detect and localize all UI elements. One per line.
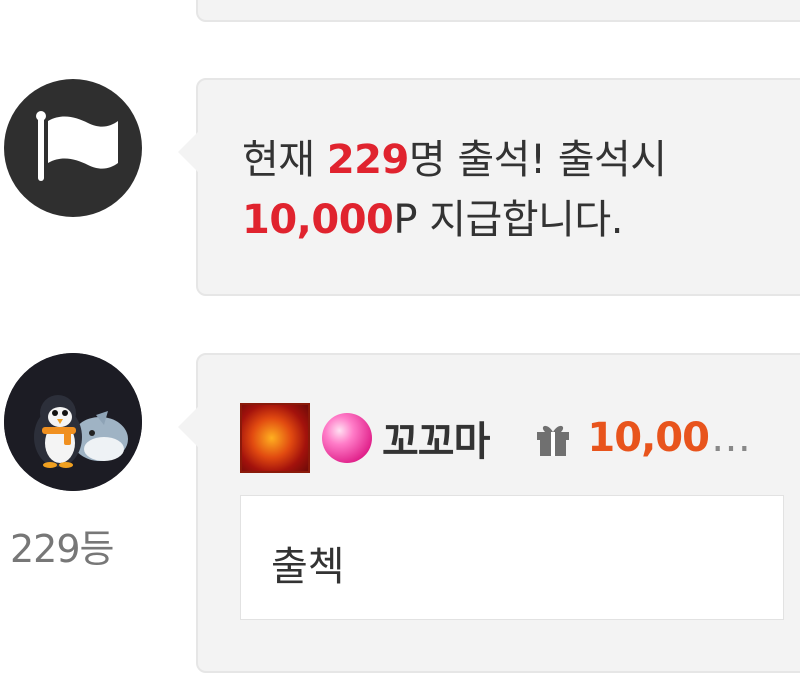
bubble-tail	[178, 132, 198, 172]
flag-icon	[36, 111, 118, 181]
comment-meta-row: 꼬꼬마 10,00 …	[240, 403, 751, 473]
previous-comment-bubble	[196, 0, 800, 22]
bubble-tail	[178, 407, 198, 447]
gift-points: 10,00	[587, 415, 710, 461]
notice-mid-text: 명 출석! 출석시	[408, 137, 667, 183]
notice-line-1: 현재 229명 출석! 출석시	[242, 130, 667, 190]
notice-avatar	[4, 79, 142, 217]
dragon-badge-icon	[240, 403, 310, 473]
attendance-notice-text: 현재 229명 출석! 출석시 10,000P 지급합니다.	[242, 130, 667, 250]
notice-prefix: 현재	[242, 137, 327, 183]
reward-points: 10,000	[242, 197, 394, 243]
penguin-shark-avatar-icon	[4, 353, 142, 491]
points-ellipsis: …	[710, 415, 751, 461]
rank-label: 229등	[10, 527, 114, 571]
user-avatar[interactable]	[4, 353, 142, 491]
candy-badge-icon	[322, 413, 372, 463]
notice-line-2: 10,000P 지급합니다.	[242, 190, 667, 250]
comment-text: 출첵	[271, 544, 345, 590]
comment-content-box: 출첵	[240, 495, 784, 620]
attendance-notice-bubble: 현재 229명 출석! 출석시 10,000P 지급합니다.	[178, 78, 800, 296]
gift-icon	[537, 425, 570, 456]
attendance-count: 229	[326, 137, 410, 183]
nickname[interactable]: 꼬꼬마	[382, 409, 490, 467]
notice-suffix: P 지급합니다.	[393, 197, 623, 243]
comment-bubble: 꼬꼬마 10,00 … 출첵	[178, 353, 800, 673]
